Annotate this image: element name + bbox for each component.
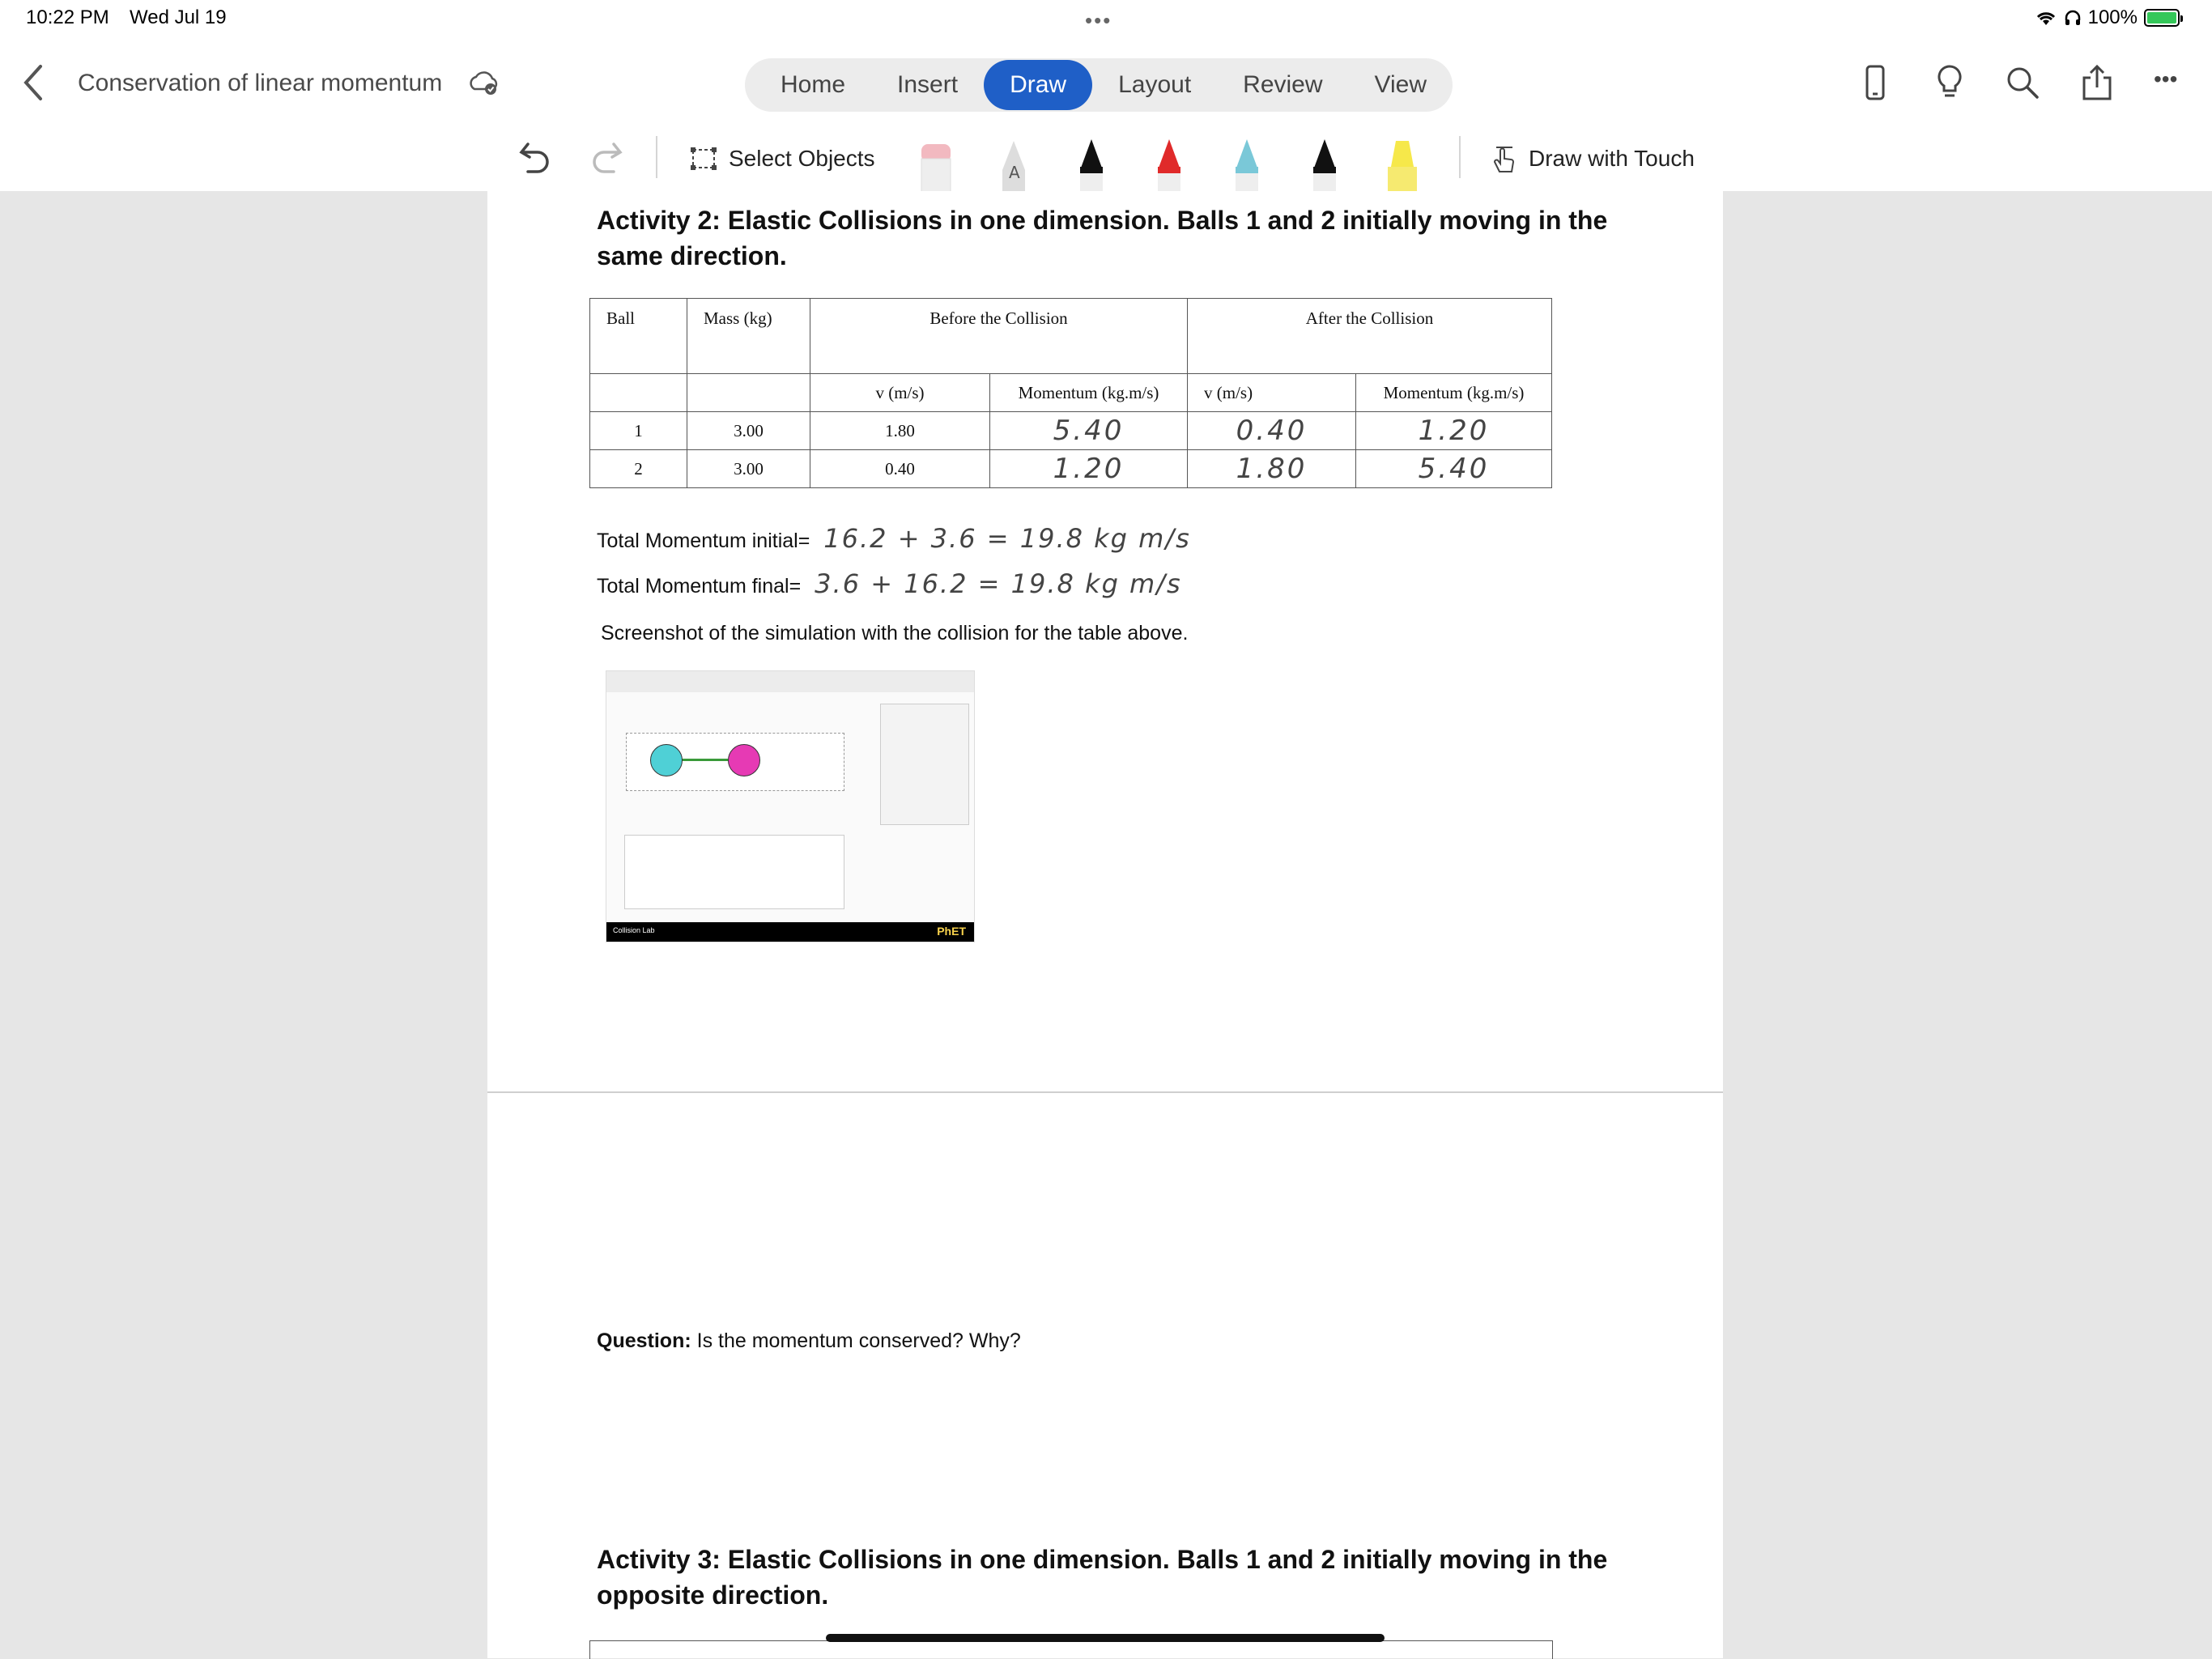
cell-v-after-handwritten: 1.80: [1187, 449, 1356, 488]
home-indicator[interactable]: [826, 1634, 1385, 1642]
highlighter-icon[interactable]: [1381, 134, 1423, 193]
header-before: Before the Collision: [810, 298, 1188, 374]
sim-velocity-arrow: [679, 759, 728, 761]
cell-v-before: 1.80: [810, 411, 990, 450]
title-bar: Conservation of linear momentum Home Ins…: [0, 37, 2212, 126]
subheader-p-before: Momentum (kg.m/s): [989, 373, 1188, 412]
cell-mass: 3.00: [687, 449, 810, 488]
black-pen-icon[interactable]: [1070, 134, 1112, 193]
sim-ball-1: [650, 744, 683, 776]
touch-hand-icon: [1493, 147, 1515, 172]
wifi-icon: [2036, 12, 2055, 25]
screenshot-caption: Screenshot of the simulation with the co…: [601, 622, 1189, 644]
battery-percent: 100%: [2087, 6, 2138, 28]
total-initial-label: Total Momentum initial=: [597, 530, 810, 552]
cell-v-before: 0.40: [810, 449, 990, 488]
subheader-v-after: v (m/s): [1187, 373, 1356, 412]
tab-insert[interactable]: Insert: [871, 60, 984, 110]
subheader-empty: [687, 373, 810, 412]
cell-p-after-handwritten: 1.20: [1355, 411, 1552, 450]
draw-with-touch-button[interactable]: Draw with Touch: [1490, 136, 1695, 181]
search-icon[interactable]: [2001, 62, 2044, 104]
redo-icon[interactable]: [586, 136, 627, 177]
sim-browser-bar: [606, 671, 974, 692]
table-subheader-row: v (m/s) Momentum (kg.m/s) v (m/s) Moment…: [589, 373, 1552, 412]
cell-mass: 3.00: [687, 411, 810, 450]
toolbar-divider: [656, 136, 657, 178]
pencil-icon[interactable]: A: [993, 134, 1035, 193]
sim-ball-2: [728, 744, 760, 776]
sim-app-name: Collision Lab: [613, 926, 655, 934]
status-right: 100%: [2035, 6, 2183, 29]
document-title[interactable]: Conservation of linear momentum: [78, 70, 442, 97]
subheader-empty: [589, 373, 687, 412]
status-date: Wed Jul 19: [130, 6, 227, 28]
total-momentum-final: Total Momentum final= 3.6 + 16.2 = 19.8 …: [597, 568, 1182, 599]
mobile-view-icon[interactable]: [1854, 62, 1896, 104]
total-final-handwritten: 3.6 + 16.2 = 19.8 kg m/s: [815, 568, 1182, 599]
tab-view[interactable]: View: [1349, 60, 1453, 110]
document-page[interactable]: Activity 2: Elastic Collisions in one di…: [487, 191, 1723, 1659]
undo-icon[interactable]: [515, 136, 555, 177]
collision-table[interactable]: Ball Mass (kg) Before the Collision Afte…: [589, 298, 1552, 488]
question-line: Question: Is the momentum conserved? Why…: [597, 1329, 1021, 1353]
total-momentum-initial: Total Momentum initial= 16.2 + 3.6 = 19.…: [597, 523, 1191, 554]
status-bar: 10:22 PM Wed Jul 19 ••• 100%: [0, 0, 2212, 37]
sim-options-panel: [880, 704, 969, 825]
next-table-top: [589, 1640, 1553, 1659]
tab-layout[interactable]: Layout: [1092, 60, 1217, 110]
header-ball: Ball: [589, 298, 687, 374]
multitasking-dots[interactable]: •••: [1085, 8, 1112, 33]
headphones-icon: [2065, 10, 2080, 25]
phet-logo: PhET: [937, 925, 966, 938]
tab-draw[interactable]: Draw: [984, 60, 1093, 110]
activity3-heading: Activity 3: Elastic Collisions in one di…: [597, 1545, 1608, 1610]
page-break: [487, 1091, 1723, 1093]
subheader-p-after: Momentum (kg.m/s): [1355, 373, 1552, 412]
eraser-icon[interactable]: [915, 134, 957, 193]
header-mass: Mass (kg): [687, 298, 810, 374]
select-objects-button[interactable]: Select Objects: [690, 136, 875, 181]
total-final-label: Total Momentum final=: [597, 575, 802, 598]
cell-p-after-handwritten: 5.40: [1355, 449, 1552, 488]
table-row: 2 3.00 0.40 1.20 1.80 5.40: [589, 449, 1552, 488]
svg-text:A: A: [1009, 163, 1020, 182]
activity2-heading: Activity 2: Elastic Collisions in one di…: [597, 206, 1608, 270]
cell-ball: 1: [589, 411, 687, 450]
question-label: Question:: [597, 1329, 691, 1352]
cloud-sync-icon[interactable]: [466, 68, 500, 97]
select-objects-label: Select Objects: [729, 146, 875, 171]
header-after: After the Collision: [1187, 298, 1552, 374]
tab-review[interactable]: Review: [1217, 60, 1348, 110]
lightbulb-icon[interactable]: [1929, 62, 1971, 104]
cell-p-before-handwritten: 5.40: [989, 411, 1188, 450]
question-text: Is the momentum conserved? Why?: [691, 1329, 1021, 1352]
subheader-v-before: v (m/s): [810, 373, 990, 412]
battery-icon: [2144, 9, 2183, 27]
status-time: 10:22 PM: [26, 6, 109, 28]
teal-pen-icon[interactable]: [1226, 134, 1268, 193]
sim-nav-bar: Collision Lab PhET: [606, 922, 974, 942]
draw-toolbar: Select Objects A Draw with Touch: [0, 126, 2212, 193]
cell-v-after-handwritten: 0.40: [1187, 411, 1356, 450]
toolbar-divider: [1459, 136, 1461, 178]
back-chevron-icon[interactable]: [18, 60, 50, 105]
draw-with-touch-label: Draw with Touch: [1529, 146, 1695, 171]
cell-p-before-handwritten: 1.20: [989, 449, 1188, 488]
table-header-row: Ball Mass (kg) Before the Collision Afte…: [589, 298, 1552, 374]
black-marker-icon[interactable]: [1304, 134, 1346, 193]
red-pen-icon[interactable]: [1148, 134, 1190, 193]
sim-data-panel: [624, 835, 844, 909]
simulation-screenshot-image[interactable]: Collision Lab PhET: [606, 670, 975, 942]
total-initial-handwritten: 16.2 + 3.6 = 19.8 kg m/s: [823, 523, 1191, 554]
cell-ball: 2: [589, 449, 687, 488]
select-objects-icon: [691, 147, 717, 170]
table-row: 1 3.00 1.80 5.40 0.40 1.20: [589, 411, 1552, 450]
tab-home[interactable]: Home: [755, 60, 871, 110]
ribbon-tabs: Home Insert Draw Layout Review View: [745, 58, 1453, 112]
more-options-icon[interactable]: •••: [2154, 66, 2196, 108]
share-icon[interactable]: [2076, 62, 2118, 104]
